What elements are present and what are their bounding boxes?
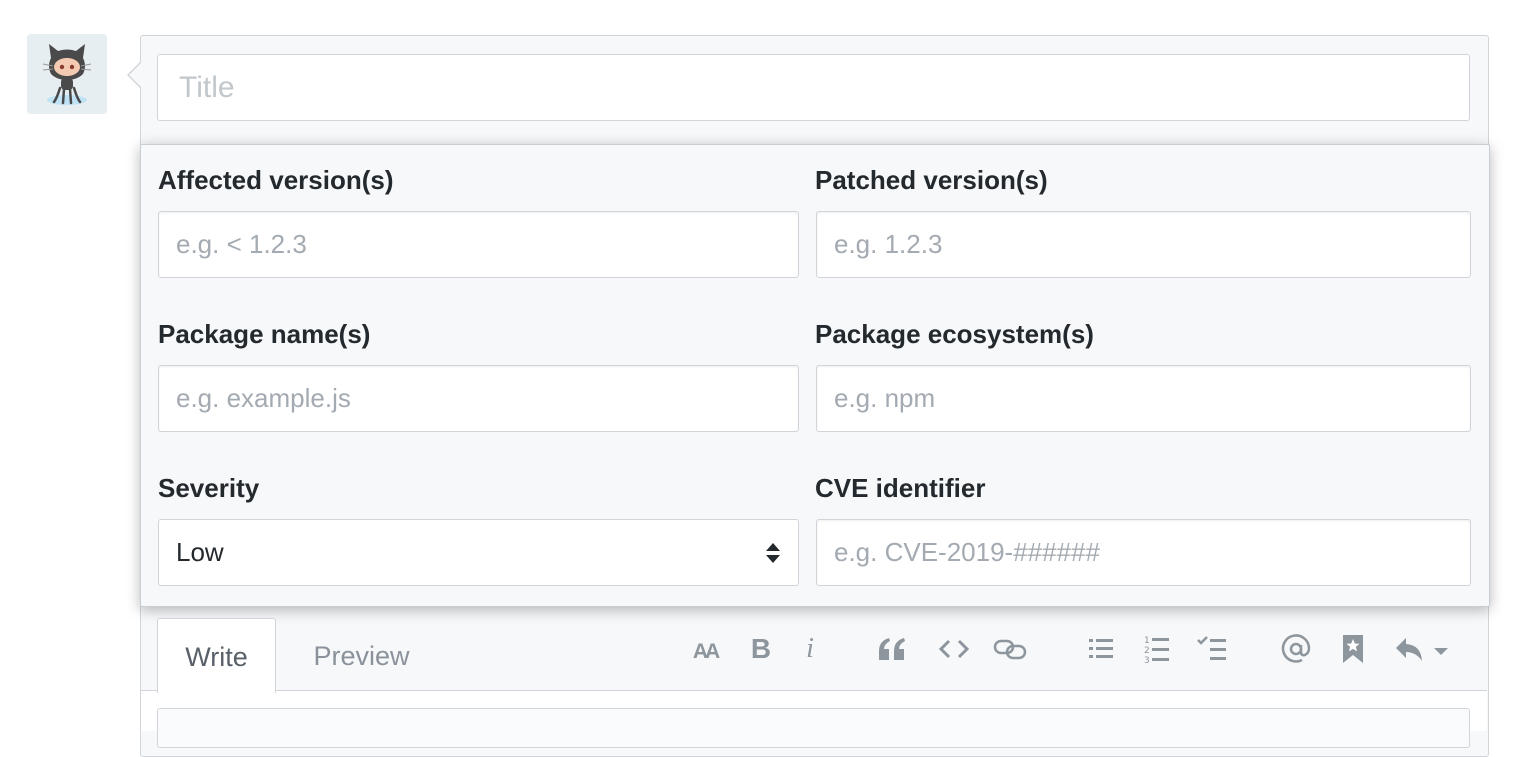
svg-text:3: 3 [1144, 656, 1150, 664]
package-ecosystem-input[interactable] [816, 365, 1471, 432]
severity-label: Severity [158, 473, 260, 503]
cve-identifier-input[interactable] [816, 519, 1471, 586]
octocat-icon [27, 34, 107, 114]
package-name-label: Package name(s) [158, 319, 371, 349]
unordered-list-icon[interactable] [1084, 628, 1118, 670]
text-size-icon[interactable]: AA [684, 628, 726, 670]
title-input[interactable] [157, 54, 1470, 121]
patched-versions-label: Patched version(s) [815, 165, 1048, 195]
bold-icon[interactable]: B [744, 628, 778, 670]
mention-icon[interactable] [1278, 628, 1314, 670]
advisory-form-panel: Affected version(s) Patched version(s) P… [140, 144, 1490, 607]
ordered-list-icon[interactable]: 1 2 3 [1140, 628, 1174, 670]
cve-identifier-label: CVE identifier [815, 473, 986, 503]
patched-versions-input[interactable] [816, 211, 1471, 278]
svg-text:2: 2 [1144, 646, 1150, 656]
bookmark-icon[interactable] [1336, 628, 1370, 670]
svg-text:1: 1 [1144, 636, 1150, 646]
tab-active-gap [158, 690, 275, 692]
box-caret-inner [129, 63, 141, 87]
affected-versions-label: Affected version(s) [158, 165, 394, 195]
code-icon[interactable] [934, 628, 974, 670]
italic-icon[interactable]: i [798, 628, 822, 670]
task-list-icon[interactable] [1194, 628, 1230, 670]
link-icon[interactable] [990, 628, 1030, 670]
package-ecosystem-label: Package ecosystem(s) [815, 319, 1094, 349]
select-arrows-icon [766, 543, 780, 563]
tab-write[interactable]: Write [157, 618, 276, 693]
avatar [27, 34, 107, 114]
severity-select[interactable]: Low [158, 519, 799, 586]
affected-versions-input[interactable] [158, 211, 799, 278]
package-name-input[interactable] [158, 365, 799, 432]
quote-icon[interactable] [872, 628, 912, 670]
tab-preview[interactable]: Preview [284, 618, 439, 693]
comment-textarea[interactable] [157, 708, 1470, 748]
reply-icon[interactable] [1392, 628, 1452, 670]
severity-value: Low [176, 537, 224, 567]
